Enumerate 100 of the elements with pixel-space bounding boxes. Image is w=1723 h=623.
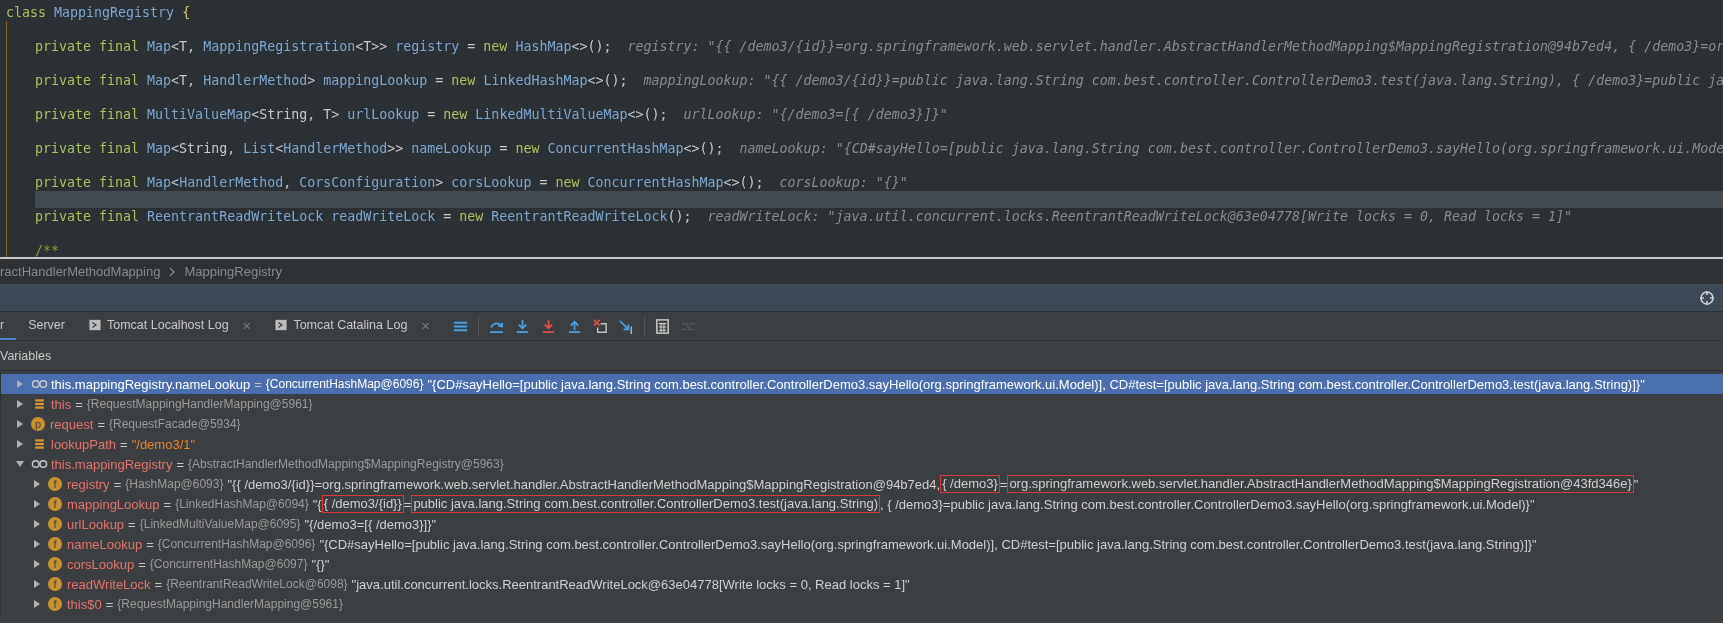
variable-value: = <box>403 496 412 512</box>
console-icon <box>275 319 288 331</box>
inline-debug-value: nameLookup: "{CD#sayHello=[public java.lang.String com.best.controller.ControllerDemo3.sayHello(org.springframework.ui.Mode <box>739 141 1723 156</box>
console-icon <box>89 319 101 331</box>
variable-type: {RequestMappingHandlerMapping@5961} <box>86 397 313 411</box>
field-icon: f <box>48 497 62 511</box>
code-text: private final Map<T, MappingRegistration<T>> registry = new HashMap<>(); <box>35 39 612 54</box>
equals-sign: = <box>138 556 146 572</box>
inline-debug-value: urlLookup: "{/demo3=[{ /demo3}]}" <box>683 107 948 122</box>
glasses-icon <box>31 378 48 390</box>
triangle-right-icon[interactable] <box>15 439 25 449</box>
variable-value: , { /demo3}=public java.lang.String com.best.controller.ControllerDemo3.sayHello(org.springframework.ui.Model)}" <box>880 496 1535 512</box>
field-icon: p <box>31 417 45 431</box>
variable-name: this$0 <box>67 596 102 612</box>
variable-name: this.mappingRegistry.nameLookup <box>51 376 251 392</box>
variable-name: readWriteLock <box>67 576 151 592</box>
variable-value: "{CD#sayHello=[public java.lang.String com.best.controller.ControllerDemo3.sayHello(org.springframework.ui.Model)], CD#test=[public java.lang.String com.best.controller.ControllerDemo3.test(java.lang.String)]}" <box>319 536 1537 552</box>
equals-sign: = <box>120 436 128 452</box>
breadcrumb-item[interactable]: ractHandlerMethodMapping <box>0 264 161 279</box>
variable-type: {RequestMappingHandlerMapping@5961} <box>117 597 343 611</box>
equals-sign: = <box>105 596 114 612</box>
variable-name: lookupPath <box>51 436 117 452</box>
variable-type: {HashMap@6093} <box>125 477 224 491</box>
variable-row[interactable]: f urlLookup = {LinkedMultiValueMap@6095} "{/demo3=[{ /demo3}]}" <box>1 514 1723 534</box>
field-icon: f <box>48 537 62 551</box>
variable-type: {ReentrantReadWriteLock@6098} <box>166 577 348 591</box>
variable-name: request <box>50 416 94 432</box>
equals-sign: = <box>254 376 262 392</box>
triangle-right-icon[interactable] <box>15 399 25 409</box>
triangle-down-icon[interactable] <box>15 459 25 469</box>
variable-value: = <box>999 476 1008 492</box>
field-icon: f <box>48 557 62 571</box>
variable-value: "{/demo3=[{ /demo3}]}" <box>304 516 437 532</box>
field-icon: f <box>48 477 62 491</box>
variable-value: "{{ /demo3/{id}}=org.springframework.web.servlet.handler.AbstractHandlerMethodMapping$MappingRegistration@94b7ed4, <box>227 476 941 492</box>
code-text: private final ReentrantReadWriteLock readWriteLock = new ReentrantReadWriteLock(); <box>35 209 692 224</box>
code-text: private final Map<HandlerMethod, CorsConfiguration> corsLookup = new ConcurrentHashMap<>(); <box>35 175 764 190</box>
variable-value: "java.util.concurrent.locks.ReentrantReadWriteLock@63e04778[Write locks = 0, Read locks = 1]" <box>351 576 910 592</box>
triangle-right-icon[interactable] <box>32 539 42 549</box>
equals-sign: = <box>163 496 172 512</box>
string-value: "/demo3/1" <box>131 436 196 452</box>
equals-sign: = <box>128 516 136 532</box>
debug-tab[interactable]: r <box>0 312 17 340</box>
chevron-right-icon <box>168 266 177 277</box>
toolbar-evaluate-icon[interactable] <box>654 317 672 335</box>
triangle-right-icon[interactable] <box>32 479 42 489</box>
variable-name: this <box>51 396 72 412</box>
highlighted-value: public java.lang.String com.best.controller.ControllerDemo3.test(java.lang.String) <box>411 495 880 513</box>
variable-row[interactable]: f corsLookup = {ConcurrentHashMap@6097} "{}" <box>1 554 1723 574</box>
variable-name: this.mappingRegistry <box>51 456 173 472</box>
variable-row[interactable]: f readWriteLock = {ReentrantReadWriteLock@6098} "java.util.concurrent.locks.ReentrantReadWriteLock@63e04778[Write locks = 0, Read locks = 1]" <box>1 574 1723 594</box>
variable-value: " <box>1633 476 1639 492</box>
code-text: private final Map<T, HandlerMethod> mappingLookup = new LinkedHashMap<>(); <box>35 73 628 88</box>
highlighted-value: { /demo3} <box>940 475 1000 493</box>
glasses-icon <box>31 458 48 470</box>
variable-row[interactable] <box>1 374 1723 394</box>
code-text: /** <box>35 243 60 257</box>
variable-value: "{}" <box>311 556 330 572</box>
equals-sign: = <box>154 576 163 592</box>
variable-row[interactable]: lookupPath = "/demo3/1" <box>1 434 1723 454</box>
variable-name: corsLookup <box>67 556 135 572</box>
equals-sign: = <box>146 536 154 552</box>
variable-row[interactable]: f this$0 = {RequestMappingHandlerMapping@5961} <box>1 594 1723 614</box>
variable-name: urlLookup <box>67 516 125 532</box>
breadcrumb-item[interactable]: MappingRegistry <box>184 264 282 279</box>
variable-value: "{ <box>312 496 322 512</box>
variable-type: {ConcurrentHashMap@6096} <box>265 377 424 391</box>
triangle-right-icon[interactable] <box>32 519 42 529</box>
field-icon: f <box>48 517 62 531</box>
debug-tab[interactable]: Tomcat Catalina Log × <box>263 312 443 340</box>
variable-row[interactable]: this.mappingRegistry = {AbstractHandlerMethodMapping$MappingRegistry@5963} <box>1 454 1723 474</box>
variable-row[interactable]: this = {RequestMappingHandlerMapping@5961} <box>1 394 1723 414</box>
variable-name: nameLookup <box>67 536 143 552</box>
triangle-right-icon[interactable] <box>15 419 25 429</box>
variable-value: "{CD#sayHello=[public java.lang.String com.best.controller.ControllerDemo3.sayHello(org.springframework.ui.Model)], CD#test=[public java.lang.String com.best.controller.ControllerDemo3.test(java.lang.String)]}" <box>427 376 1645 392</box>
equals-sign: = <box>97 416 105 432</box>
variable-type: {RequestFacade@5934} <box>108 417 241 431</box>
variables-title: Variables <box>0 348 52 363</box>
highlighted-value: org.springframework.web.servlet.handler.AbstractHandlerMethodMapping$MappingRegistration@43fd346e} <box>1007 475 1634 493</box>
variable-type: {LinkedHashMap@6094} <box>175 497 309 511</box>
equals-sign: = <box>75 396 83 412</box>
variable-type: {LinkedMultiValueMap@6095} <box>139 517 301 531</box>
inline-debug-value: readWriteLock: "java.util.concurrent.locks.ReentrantReadWriteLock@63e04778[Write locks = 0, Read locks = 1]" <box>707 209 1573 224</box>
triangle-right-icon[interactable] <box>32 599 42 609</box>
triangle-right-icon[interactable] <box>32 499 42 509</box>
variable-type: {AbstractHandlerMethodMapping$MappingRegistry@5963} <box>188 457 504 471</box>
debug-tab[interactable]: Tomcat Localhost Log × <box>77 312 264 340</box>
code-text: private final MultiValueMap<String, T> urlLookup = new LinkedMultiValueMap<>(); <box>35 107 668 122</box>
variable-type: {ConcurrentHashMap@6096} <box>157 537 316 551</box>
code-text: class MappingRegistry { <box>6 5 191 20</box>
debug-tab[interactable]: Server <box>16 312 77 340</box>
crosshair-icon[interactable] <box>1699 289 1715 306</box>
toolbar-drop-frame-icon[interactable] <box>592 317 610 335</box>
triangle-right-icon[interactable] <box>32 559 42 569</box>
inline-debug-value: corsLookup: "{}" <box>779 175 908 190</box>
triangle-right-icon[interactable] <box>32 579 42 589</box>
equals-sign: = <box>176 456 184 472</box>
field-icon: f <box>48 577 62 591</box>
variable-row[interactable]: p request = {RequestFacade@5934} <box>1 414 1723 434</box>
variable-name: mappingLookup <box>67 496 160 512</box>
